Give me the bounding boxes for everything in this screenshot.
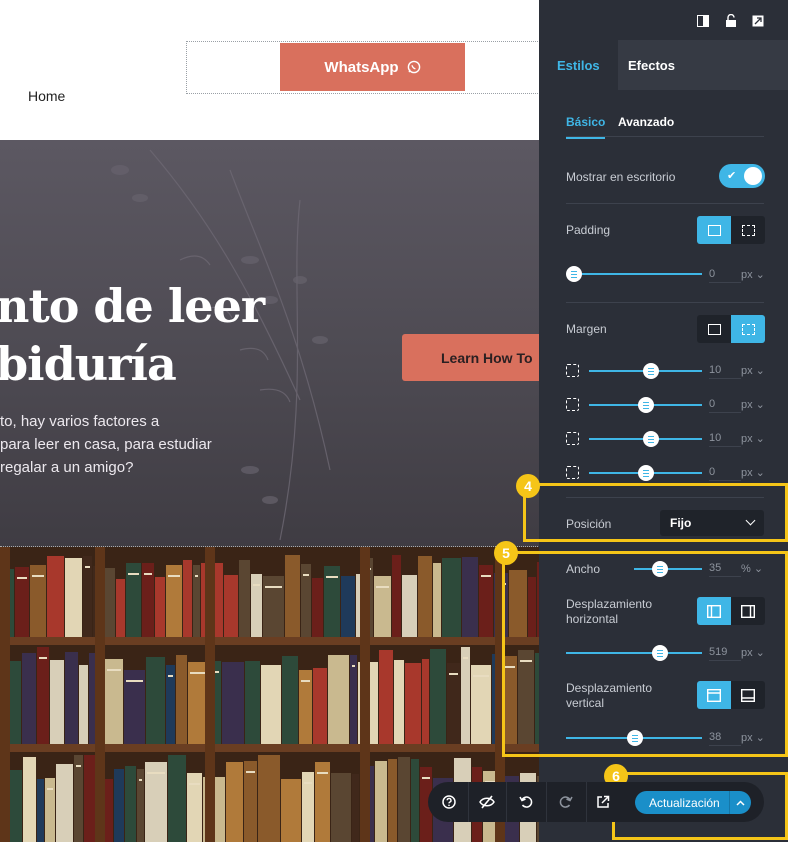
expand-icon[interactable] xyxy=(752,14,766,28)
subtab-basico[interactable]: Básico xyxy=(566,115,606,139)
redo-icon[interactable] xyxy=(554,790,578,814)
help-icon[interactable] xyxy=(437,790,461,814)
hero-title-line: nto de leer xyxy=(0,279,265,333)
whatsapp-icon xyxy=(407,60,421,74)
external-preview-icon[interactable] xyxy=(591,790,615,814)
margin-bottom-icon xyxy=(566,432,579,445)
toggle-knob xyxy=(744,167,762,185)
margin-right-slider[interactable] xyxy=(589,397,702,413)
margin-bottom-unit-select[interactable]: px ⌄ xyxy=(741,432,765,445)
toolbar-separator xyxy=(546,782,547,822)
margin-bottom-slider[interactable] xyxy=(589,431,702,447)
margin-label: Margen xyxy=(566,322,607,336)
tab-efectos[interactable]: Efectos xyxy=(628,40,675,90)
margin-bottom-value[interactable]: 10 xyxy=(709,432,741,447)
padding-label: Padding xyxy=(566,223,611,237)
square-icon xyxy=(707,323,721,335)
padding-individual-button[interactable] xyxy=(731,216,765,244)
slider-thumb[interactable] xyxy=(643,363,660,379)
tab-estilos[interactable]: Estilos xyxy=(539,40,618,90)
whatsapp-label: WhatsApp xyxy=(324,58,399,76)
panel-topbar xyxy=(539,0,788,40)
update-button[interactable]: Actualización xyxy=(635,791,751,814)
hero-title-line: biduría xyxy=(0,337,177,391)
hide-preview-icon[interactable] xyxy=(475,790,499,814)
toolbar-separator xyxy=(506,782,507,822)
square-icon xyxy=(707,224,721,236)
hero-paragraph-line: para leer en casa, para estudiar xyxy=(0,436,212,453)
hero-paragraph: to, hay varios factores a para leer en c… xyxy=(0,410,230,479)
check-icon: ✔ xyxy=(727,170,737,182)
margin-top-unit-select[interactable]: px ⌄ xyxy=(741,364,765,377)
slider-thumb[interactable] xyxy=(637,465,654,481)
margin-top-icon xyxy=(566,364,579,377)
margin-uniform-button[interactable] xyxy=(697,315,731,343)
editor-toolbar: Actualización xyxy=(428,782,764,822)
toolbar-separator xyxy=(468,782,469,822)
highlight-box-4 xyxy=(523,483,788,542)
margin-individual-button[interactable] xyxy=(731,315,765,343)
show-desktop-toggle[interactable]: ✔ xyxy=(719,164,765,188)
margin-mode-toggle xyxy=(697,315,765,343)
subtab-avanzado[interactable]: Avanzado xyxy=(618,115,674,129)
unit-label: px xyxy=(741,433,753,445)
margin-top-value[interactable]: 10 xyxy=(709,364,741,379)
whatsapp-button[interactable]: WhatsApp xyxy=(280,43,465,91)
padding-slider[interactable] xyxy=(566,266,702,282)
divider xyxy=(566,203,764,204)
margin-right-icon xyxy=(566,398,579,411)
step-badge-5: 5 xyxy=(494,541,518,565)
margin-right-unit-select[interactable]: px ⌄ xyxy=(741,398,765,411)
highlight-box-5 xyxy=(502,551,788,757)
hero-title: nto de leer biduría xyxy=(0,277,265,393)
margin-left-unit-select[interactable]: px ⌄ xyxy=(741,466,765,479)
padding-uniform-button[interactable] xyxy=(697,216,731,244)
toolbar-separator xyxy=(586,782,587,822)
square-dashed-icon xyxy=(741,224,755,236)
padding-mode-toggle xyxy=(697,216,765,244)
margin-left-slider[interactable] xyxy=(589,465,702,481)
unit-label: px xyxy=(741,399,753,411)
update-button-label: Actualización xyxy=(649,795,720,810)
panel-tabs: Estilos Efectos xyxy=(539,40,788,90)
panel-dock-icon[interactable] xyxy=(697,14,711,28)
step-badge-4: 4 xyxy=(516,474,540,498)
divider xyxy=(566,302,764,303)
slider-thumb[interactable] xyxy=(637,397,654,413)
hero-paragraph-line: regalar a un amigo? xyxy=(0,459,134,476)
margin-top-slider[interactable] xyxy=(589,363,702,379)
slider-thumb[interactable] xyxy=(566,266,582,282)
margin-left-value[interactable]: 0 xyxy=(709,466,741,481)
show-desktop-label: Mostrar en escritorio xyxy=(566,170,676,184)
margin-right-value[interactable]: 0 xyxy=(709,398,741,413)
nav-home-link[interactable]: Home xyxy=(28,88,65,104)
unit-label: px xyxy=(741,269,753,281)
subtabs: Básico Avanzado xyxy=(566,108,764,139)
square-dashed-icon xyxy=(741,323,755,335)
learn-how-to-button[interactable]: Learn How To xyxy=(402,334,562,381)
undo-icon[interactable] xyxy=(514,790,538,814)
hero-paragraph-line: to, hay varios factores a xyxy=(0,413,160,430)
padding-value[interactable]: 0 xyxy=(709,268,741,283)
unit-label: px xyxy=(741,365,753,377)
unit-label: px xyxy=(741,467,753,479)
chevron-up-icon[interactable] xyxy=(729,791,751,814)
margin-left-icon xyxy=(566,466,579,479)
slider-thumb[interactable] xyxy=(643,431,660,447)
lock-open-icon[interactable] xyxy=(725,13,739,28)
padding-unit-select[interactable]: px ⌄ xyxy=(741,268,765,281)
